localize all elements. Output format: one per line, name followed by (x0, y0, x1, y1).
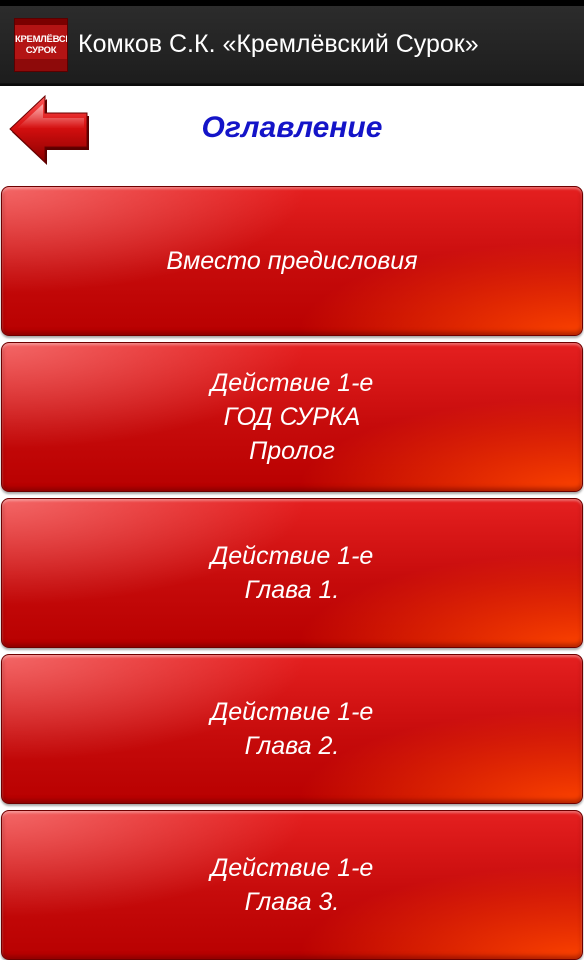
action-bar: КРЕМЛЁВСКИЙ СУРОК Комков С.К. «Кремлёвск… (0, 6, 584, 84)
app-icon-text: КРЕМЛЁВСКИЙ СУРОК (15, 33, 67, 56)
back-button[interactable] (8, 94, 90, 166)
toc-list: Вместо предисловия Действие 1-е ГОД СУРК… (0, 182, 584, 960)
back-arrow-icon (9, 94, 89, 165)
toc-item-label: Действие 1-е Глава 3. (210, 854, 374, 916)
toc-item-label: Действие 1-е ГОД СУРКА Пролог (210, 369, 374, 465)
app-title: Комков С.К. «Кремлёвский Сурок» (78, 30, 479, 58)
page-title: Оглавление (201, 111, 383, 144)
toc-item-prologue[interactable]: Действие 1-е ГОД СУРКА Пролог (1, 342, 583, 492)
header: Оглавление (0, 86, 584, 182)
toc-item-label: Действие 1-е Глава 2. (210, 698, 374, 760)
toc-item-chapter-2[interactable]: Действие 1-е Глава 2. (1, 654, 583, 804)
toc-item-label: Вместо предисловия (166, 247, 418, 275)
toc-item-chapter-1[interactable]: Действие 1-е Глава 1. (1, 498, 583, 648)
toc-item-label: Действие 1-е Глава 1. (210, 542, 374, 604)
toc-item-preface[interactable]: Вместо предисловия (1, 186, 583, 336)
toc-item-chapter-3[interactable]: Действие 1-е Глава 3. (1, 810, 583, 960)
app-icon[interactable]: КРЕМЛЁВСКИЙ СУРОК (14, 17, 68, 72)
